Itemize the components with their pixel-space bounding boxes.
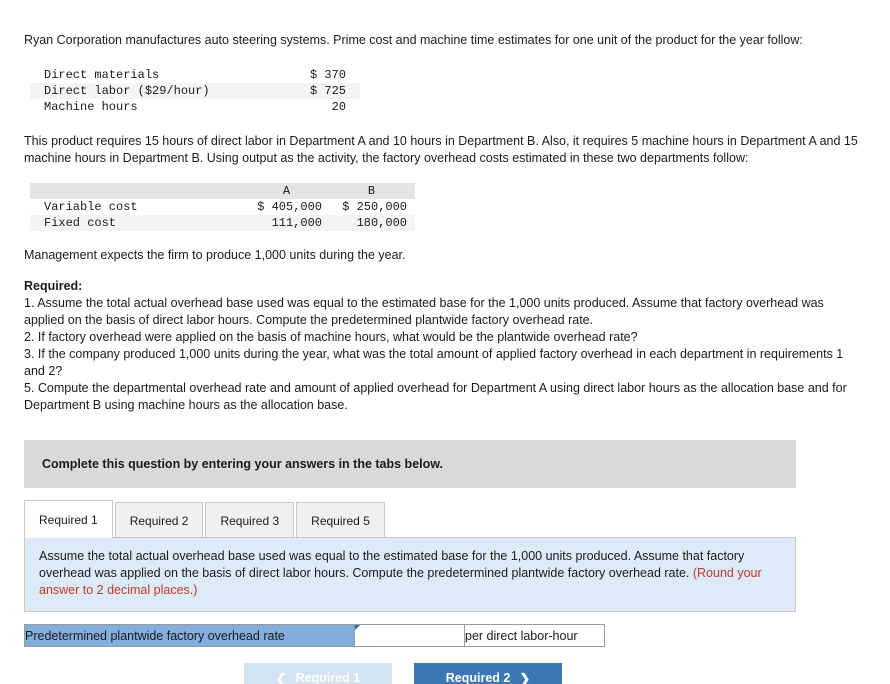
overhead-cost-table: A B Variable cost $ 405,000 $ 250,000 Fi…: [30, 183, 415, 231]
prev-required-button[interactable]: ❮ Required 1: [244, 663, 392, 684]
tabs-container: Required 1 Required 2 Required 3 Require…: [24, 500, 796, 538]
tab-required-5[interactable]: Required 5: [296, 502, 385, 538]
tab-list: Required 1 Required 2 Required 3 Require…: [24, 500, 796, 538]
overhead-rate-input[interactable]: [355, 625, 464, 646]
chevron-right-icon: ❯: [519, 670, 531, 684]
required-item-5: 5. Compute the departmental overhead rat…: [24, 381, 847, 412]
navigation-row: ❮ Required 1 Required 2 ❯: [24, 663, 866, 684]
overhead-label-0: Variable cost: [44, 200, 138, 214]
table-header-row: A B: [30, 183, 415, 199]
required-item-1: 1. Assume the total actual overhead base…: [24, 296, 824, 327]
intro-paragraph-1: Ryan Corporation manufactures auto steer…: [24, 33, 803, 47]
required-item-2: 2. If factory overhead were applied on t…: [24, 330, 638, 344]
tab-required-3-label: Required 3: [220, 513, 280, 528]
prime-cost-label-2: Machine hours: [44, 100, 138, 114]
answer-area: Predetermined plantwide factory overhead…: [24, 624, 866, 647]
prime-cost-value-2: 20: [331, 100, 346, 114]
tab-required-3[interactable]: Required 3: [205, 502, 295, 538]
answer-unit-label: per direct labor-hour: [464, 624, 605, 647]
table-row: Fixed cost 111,000 180,000: [30, 215, 415, 231]
overhead-a-0: $ 405,000: [257, 200, 322, 214]
table-row: Direct labor ($29/hour) $ 725: [30, 83, 360, 99]
cell-comment-marker-icon: [355, 625, 360, 630]
overhead-header-b: B: [330, 183, 415, 199]
table-row: Predetermined plantwide factory overhead…: [24, 624, 605, 647]
question-instruction-text: Assume the total actual overhead base us…: [39, 549, 745, 580]
overhead-a-1: 111,000: [245, 215, 330, 231]
overhead-header-blank: [30, 183, 245, 199]
prime-cost-value-1: $ 725: [251, 83, 360, 99]
instruction-banner-text: Complete this question by entering your …: [42, 457, 443, 471]
overhead-b-0: $ 250,000: [342, 200, 407, 214]
answer-input-cell[interactable]: [354, 624, 465, 647]
overhead-header-a: A: [245, 183, 330, 199]
required-item-3: 3. If the company produced 1,000 units d…: [24, 347, 844, 378]
required-heading: Required:: [24, 279, 83, 293]
next-required-button[interactable]: Required 2 ❯: [414, 663, 562, 684]
tab-required-1[interactable]: Required 1: [24, 500, 113, 538]
table-row: Direct materials $ 370: [30, 67, 360, 83]
intro-paragraph-2: This product requires 15 hours of direct…: [24, 134, 858, 165]
tabs-underline: [24, 537, 796, 538]
intro-paragraph-3: Management expects the firm to produce 1…: [24, 248, 406, 262]
question-instruction-panel: Assume the total actual overhead base us…: [24, 538, 796, 612]
tab-required-1-label: Required 1: [39, 512, 98, 527]
prime-cost-label-1: Direct labor ($29/hour): [30, 83, 252, 99]
prime-cost-table: Direct materials $ 370 Direct labor ($29…: [30, 67, 360, 115]
question-content: Ryan Corporation manufactures auto steer…: [0, 0, 890, 684]
table-row: Variable cost $ 405,000 $ 250,000: [30, 199, 415, 215]
tab-required-2-label: Required 2: [129, 513, 189, 528]
tab-required-5-label: Required 5: [311, 513, 370, 528]
overhead-label-1: Fixed cost: [30, 215, 245, 231]
prime-cost-value-0: $ 370: [309, 68, 346, 82]
table-row: Machine hours 20: [30, 99, 360, 115]
prime-cost-label-0: Direct materials: [44, 68, 160, 82]
tab-required-2[interactable]: Required 2: [114, 502, 204, 538]
answer-table: Predetermined plantwide factory overhead…: [24, 624, 605, 647]
overhead-b-1: 180,000: [330, 215, 415, 231]
question-page: Ryan Corporation manufactures auto steer…: [0, 0, 890, 684]
prev-required-label: Required 1: [295, 671, 361, 684]
answer-row-label: Predetermined plantwide factory overhead…: [24, 624, 355, 647]
next-required-label: Required 2: [445, 671, 511, 684]
chevron-left-icon: ❮: [275, 670, 287, 684]
instruction-banner: Complete this question by entering your …: [24, 440, 796, 488]
